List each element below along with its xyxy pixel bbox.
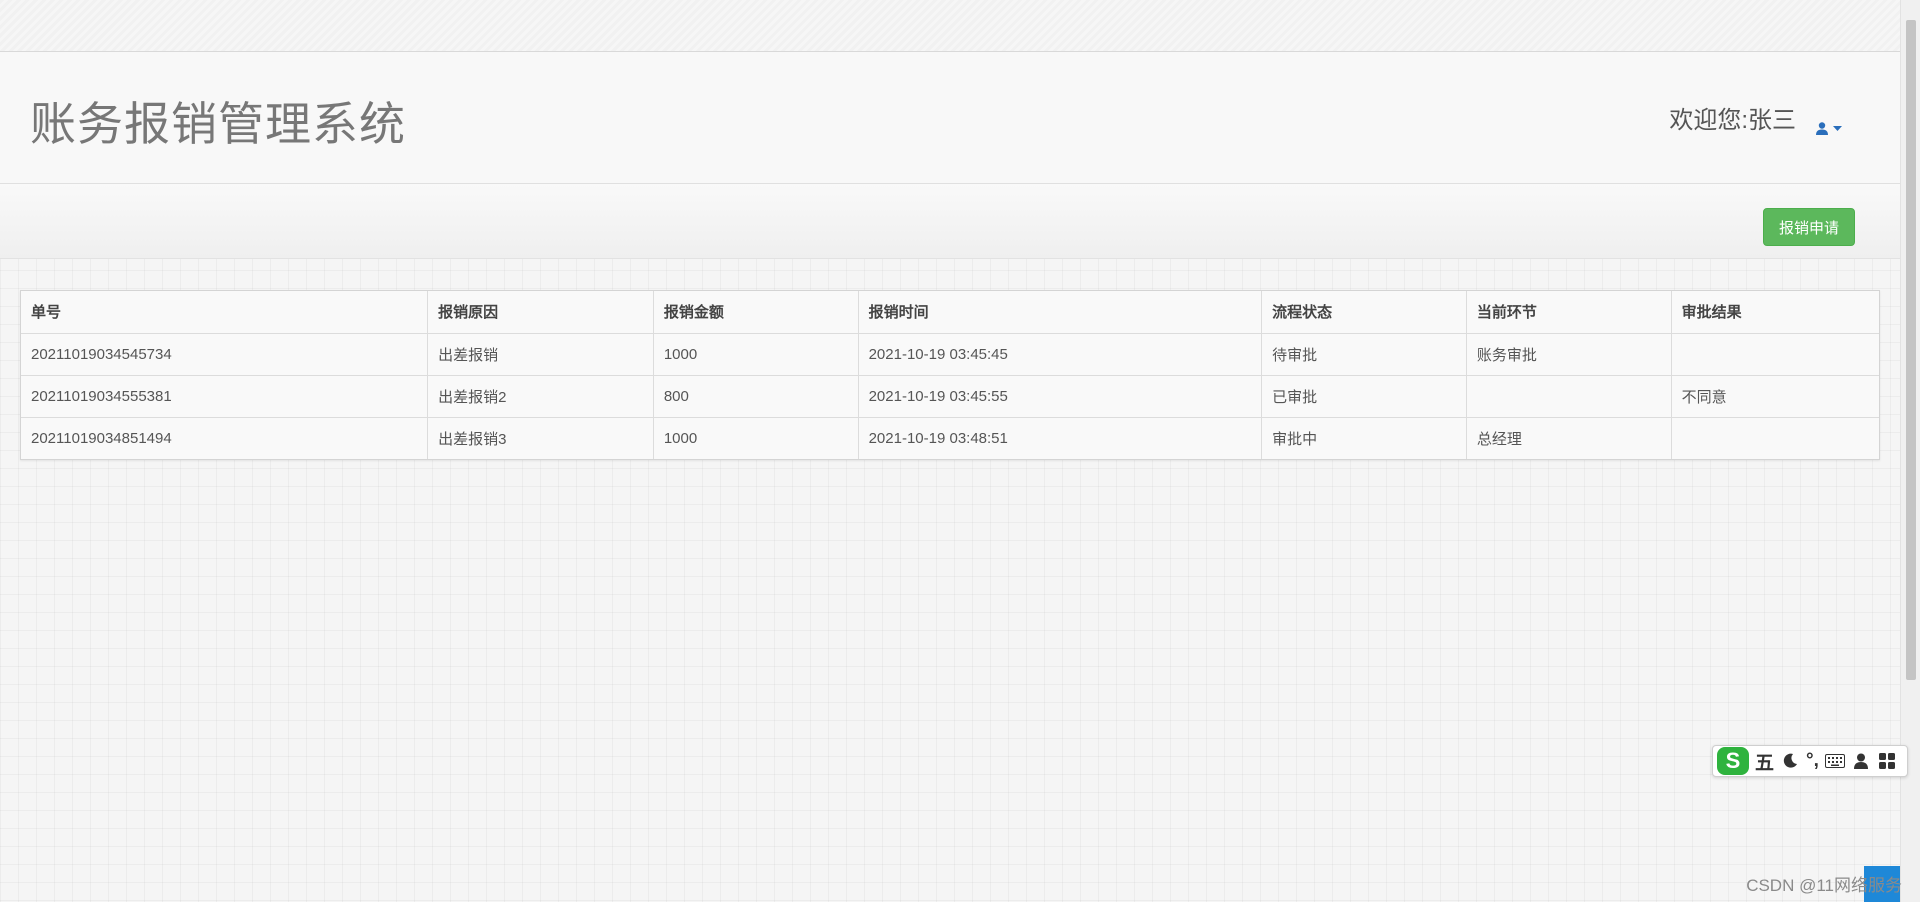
cell-order-no: 20211019034545734 (21, 333, 429, 376)
cell-result (1671, 333, 1879, 376)
ime-toolbar[interactable]: S 五 °, (1712, 745, 1908, 777)
moon-icon[interactable] (1780, 751, 1800, 771)
watermark-text: CSDN @11网络服务 (1746, 876, 1902, 895)
ime-mode-toggle[interactable]: 五 (1755, 748, 1774, 775)
table-row[interactable]: 20211019034555381 出差报销2 800 2021-10-19 0… (21, 375, 1879, 418)
user-icon[interactable] (1851, 751, 1871, 771)
table-row[interactable]: 20211019034851494 出差报销3 1000 2021-10-19 … (21, 417, 1879, 459)
cell-time: 2021-10-19 03:48:51 (858, 417, 1263, 459)
cell-current-step: 账务审批 (1466, 333, 1672, 376)
cell-status: 待审批 (1261, 333, 1467, 376)
table-row[interactable]: 20211019034545734 出差报销 1000 2021-10-19 0… (21, 333, 1879, 376)
reimbursement-table: 单号 报销原因 报销金额 报销时间 流程状态 当前环节 审批结果 2021101… (20, 290, 1880, 460)
cell-current-step (1466, 375, 1672, 418)
column-header-reason: 报销原因 (427, 291, 654, 334)
cell-amount: 800 (653, 375, 859, 418)
toolbar: 报销申请 (0, 184, 1900, 259)
cell-reason: 出差报销 (427, 333, 654, 376)
column-header-result: 审批结果 (1671, 291, 1879, 334)
apply-reimbursement-button[interactable]: 报销申请 (1763, 208, 1855, 246)
cell-time: 2021-10-19 03:45:45 (858, 333, 1263, 376)
cell-status: 已审批 (1261, 375, 1467, 418)
user-icon (1816, 122, 1828, 135)
ime-punctuation-toggle[interactable]: °, (1806, 750, 1819, 772)
column-header-time: 报销时间 (858, 291, 1263, 334)
cell-order-no: 20211019034555381 (21, 375, 429, 418)
scrollbar-thumb[interactable] (1906, 20, 1916, 680)
column-header-status: 流程状态 (1261, 291, 1467, 334)
app-title: 账务报销管理系统 (30, 98, 406, 150)
column-header-order-no: 单号 (21, 291, 429, 334)
cell-amount: 1000 (653, 333, 859, 376)
cell-reason: 出差报销2 (427, 375, 654, 418)
cell-current-step: 总经理 (1466, 417, 1672, 459)
table-header-row: 单号 报销原因 报销金额 报销时间 流程状态 当前环节 审批结果 (21, 291, 1879, 334)
cell-time: 2021-10-19 03:45:55 (858, 375, 1263, 418)
column-header-amount: 报销金额 (653, 291, 859, 334)
column-header-current-step: 当前环节 (1466, 291, 1672, 334)
chevron-down-icon (1833, 125, 1842, 132)
cell-result (1671, 417, 1879, 459)
cell-status: 审批中 (1261, 417, 1467, 459)
grid-icon[interactable] (1877, 751, 1897, 771)
keyboard-icon[interactable] (1824, 751, 1845, 771)
user-menu-toggle[interactable] (1816, 122, 1842, 135)
cell-reason: 出差报销3 (427, 417, 654, 459)
ime-logo-icon[interactable]: S (1717, 747, 1749, 775)
cell-amount: 1000 (653, 417, 859, 459)
cell-result: 不同意 (1671, 375, 1879, 418)
page-header: 账务报销管理系统 欢迎您:张三 (0, 52, 1900, 184)
top-strip (0, 0, 1900, 52)
cell-order-no: 20211019034851494 (21, 417, 429, 459)
welcome-text: 欢迎您:张三 (1669, 107, 1796, 134)
